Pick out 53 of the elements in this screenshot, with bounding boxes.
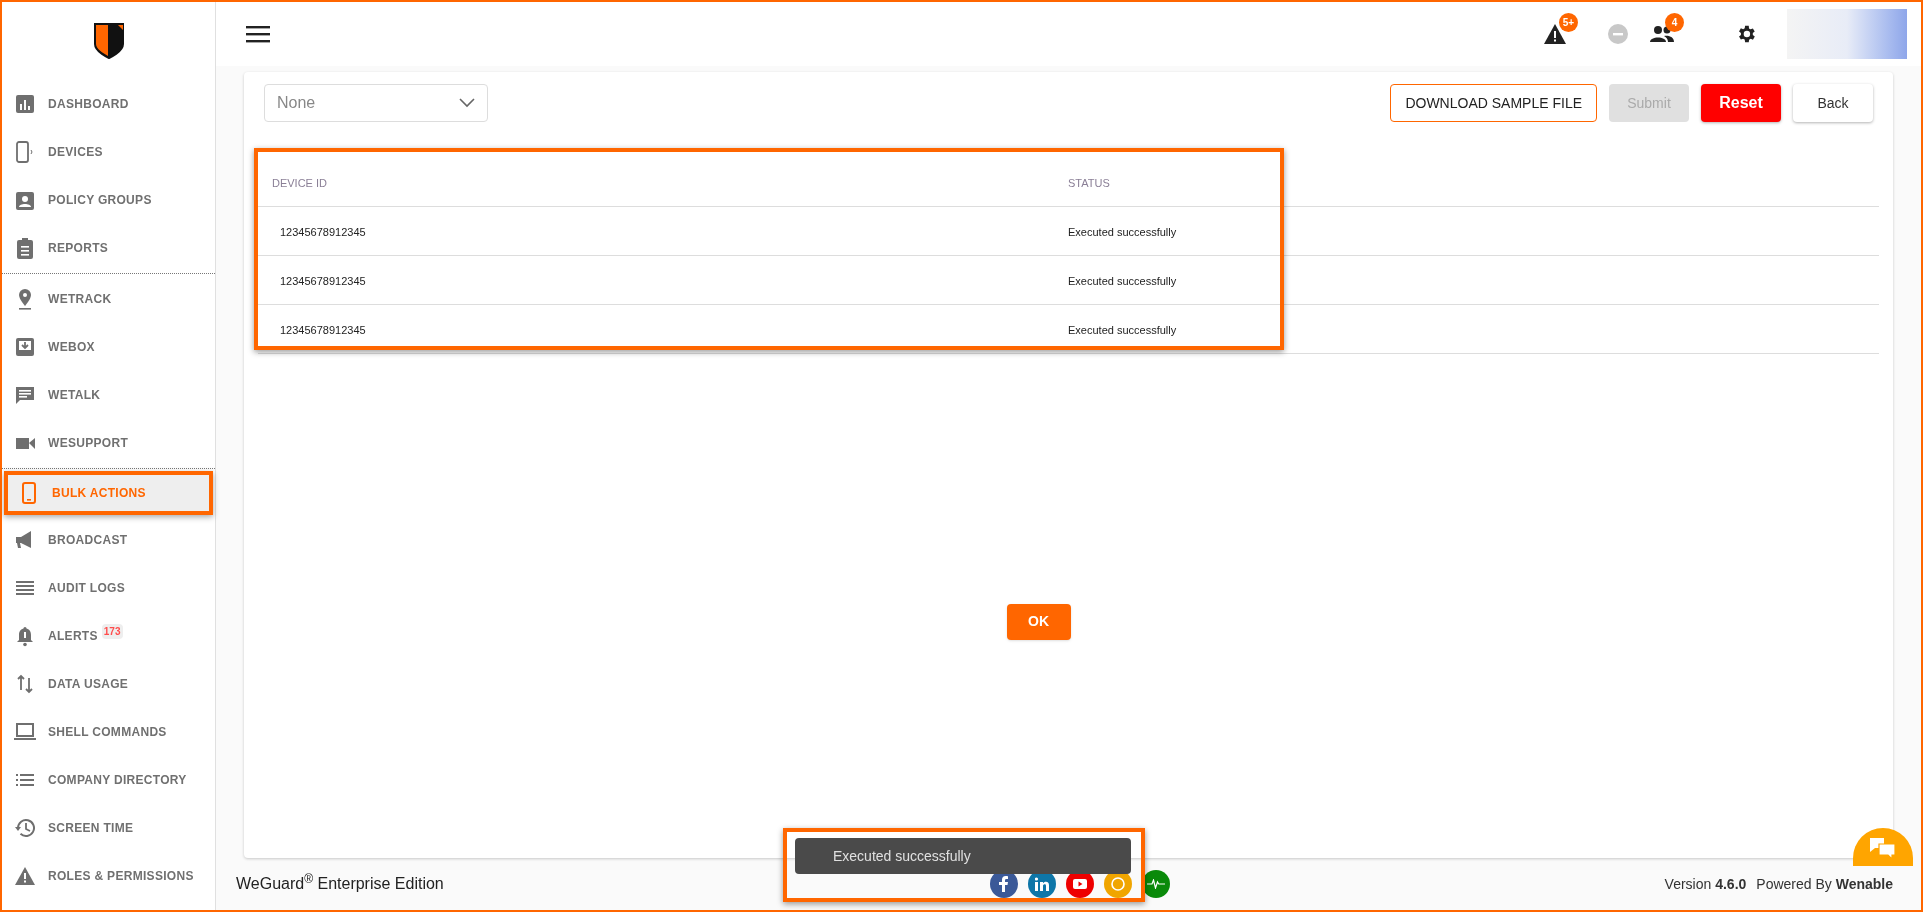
sidebar-item[interactable]: SCREEN TIME [2,804,215,852]
reset-button[interactable]: Reset [1701,84,1781,122]
count-badge: 173 [101,623,123,639]
notification-badge: 4 [1665,13,1684,32]
sidebar-item[interactable]: WETALK [2,371,215,419]
powered-by-text: Powered By Wenable [1756,874,1893,894]
column-header: STATUS [1068,176,1110,189]
table-cell: 12345678912345 [280,274,366,287]
warning-icon [14,865,36,887]
chat-icon [1868,836,1898,860]
version-text: Version 4.6.0 [1664,874,1747,894]
select-field[interactable]: None [264,84,488,122]
action-button[interactable]: Back [1793,84,1873,122]
sidebar-item[interactable]: BULK ACTIONS [4,471,213,515]
sidebar-item[interactable]: WESUPPORT [2,419,215,467]
sidebar-item[interactable]: AUDIT LOGS [2,564,215,612]
download-button[interactable]: DOWNLOAD SAMPLE FILE [1390,84,1597,122]
sidebar-item[interactable]: REPORTS [2,224,215,272]
clipboard-icon [14,237,36,259]
ok-button[interactable]: OK [1006,603,1071,640]
sidebar-item[interactable]: DEVICES [2,128,215,176]
laptop-icon [14,721,36,743]
sidebar-item[interactable]: DATA USAGE [2,660,215,708]
chart-icon [14,93,36,115]
chat-icon [14,384,36,406]
phone-icon [14,141,36,163]
sidebar-item[interactable]: WETRACK [2,275,215,323]
select-value: None [277,93,316,113]
menu-icon[interactable] [246,25,270,43]
sidebar-item[interactable]: SHELL COMMANDS [2,708,215,756]
shield-logo-icon [92,22,125,60]
sidebar-item[interactable]: DASHBOARD [2,80,215,128]
table-cell: 12345678912345 [280,225,366,238]
toast-message: Executed successfully [795,838,1131,874]
column-header: DEVICE ID [272,176,327,189]
table-cell: Executed successfully [1068,225,1177,238]
sidebar-item[interactable]: ALERTS 173 [2,612,215,660]
users-icon[interactable] [1649,25,1675,43]
status-icon [1607,23,1629,45]
table-cell: 12345678912345 [280,323,366,336]
sidebar-item[interactable]: BROADCAST [2,516,215,564]
edition-text: WeGuard$^{®}$ Enterprise Edition [236,872,444,894]
sidebar-item[interactable]: ROLES & PERMISSIONS [2,852,215,900]
chevron-down-icon [459,98,475,108]
sidebar-item[interactable]: WEBOX [2,323,215,371]
inbox-icon [14,336,36,358]
badge-icon [14,189,36,211]
history-icon [14,817,36,839]
sidebar-item[interactable]: POLICY GROUPS [2,176,215,224]
sidebar-item[interactable]: COMPANY DIRECTORY [2,756,215,804]
notification-badge: 5+ [1559,13,1578,32]
table-cell: Executed successfully [1068,274,1177,287]
table-cell: Executed successfully [1068,323,1177,336]
